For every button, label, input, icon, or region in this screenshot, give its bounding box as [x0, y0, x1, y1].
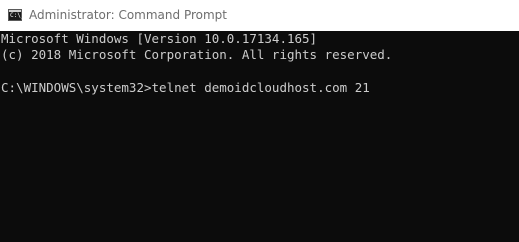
command-prompt-window: C:\_ Administrator: Command Prompt Micro…: [0, 0, 519, 242]
console-command-line[interactable]: C:\WINDOWS\system32>telnet demoidcloudho…: [1, 80, 370, 96]
cmd-prompt-icon[interactable]: C:\_: [8, 9, 25, 21]
prompt-glyph: C:\_: [10, 12, 25, 19]
title-bar[interactable]: C:\_ Administrator: Command Prompt: [0, 0, 519, 31]
window-title: Administrator: Command Prompt: [29, 8, 227, 22]
console-area[interactable]: Microsoft Windows [Version 10.0.17134.16…: [0, 31, 519, 242]
console-line-copyright: (c) 2018 Microsoft Corporation. All righ…: [1, 47, 393, 62]
console-line-version: Microsoft Windows [Version 10.0.17134.16…: [1, 31, 318, 46]
